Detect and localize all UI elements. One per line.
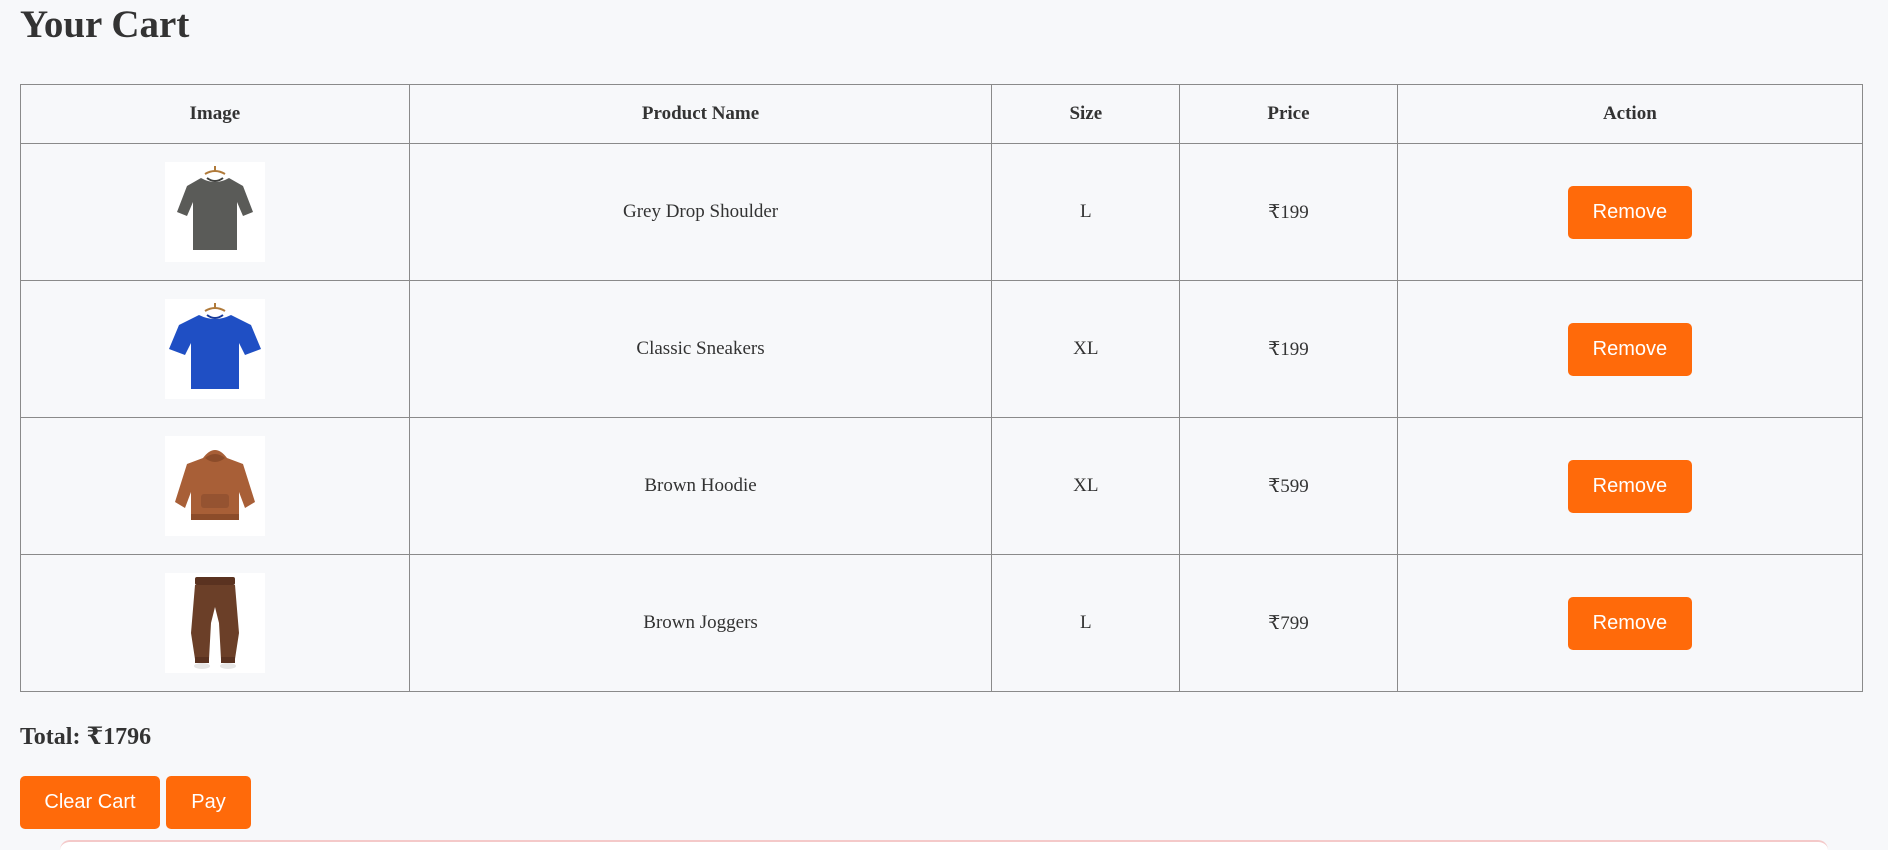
product-image-cell — [20, 280, 410, 418]
action-cell: Remove — [1396, 417, 1864, 555]
remove-button[interactable]: Remove — [1567, 322, 1692, 376]
header-price: Price — [1179, 84, 1398, 144]
product-name: Brown Joggers — [408, 554, 993, 692]
product-size: L — [991, 143, 1181, 281]
brown-hoodie-icon — [164, 436, 265, 536]
product-image-cell — [20, 143, 410, 281]
table-row: Brown Joggers L ₹799 Remove — [20, 554, 1864, 692]
table-row: Classic Sneakers XL ₹199 Remove — [20, 280, 1864, 418]
table-header-row: Image Product Name Size Price Action — [20, 84, 1864, 144]
header-image: Image — [20, 84, 410, 144]
header-action: Action — [1396, 84, 1864, 144]
product-image-cell — [20, 417, 410, 555]
action-cell: Remove — [1396, 554, 1864, 692]
cart-total: Total: ₹1796 — [20, 724, 152, 750]
product-price: ₹199 — [1179, 280, 1398, 418]
page-title: Your Cart — [20, 3, 190, 46]
action-cell: Remove — [1396, 143, 1864, 281]
product-name: Brown Hoodie — [408, 417, 993, 555]
product-price: ₹799 — [1179, 554, 1398, 692]
table-row: Grey Drop Shoulder L ₹199 Remove — [20, 143, 1864, 281]
brown-joggers-icon — [164, 573, 265, 673]
pay-button[interactable]: Pay — [166, 776, 251, 829]
cart-page: Your Cart Image Product Name Size Price … — [0, 0, 1888, 829]
header-product-name: Product Name — [408, 84, 993, 144]
remove-button[interactable]: Remove — [1567, 596, 1692, 650]
table-row: Brown Hoodie XL ₹599 Remove — [20, 417, 1864, 555]
action-cell: Remove — [1396, 280, 1864, 418]
product-size: XL — [991, 417, 1181, 555]
grey-tshirt-icon — [164, 162, 265, 262]
product-name: Classic Sneakers — [408, 280, 993, 418]
header-size: Size — [991, 84, 1181, 144]
cart-table: Image Product Name Size Price Action Gre… — [20, 84, 1864, 692]
bottom-panel-edge — [60, 840, 1828, 850]
product-size: XL — [991, 280, 1181, 418]
product-image-cell — [20, 554, 410, 692]
blue-tshirt-icon — [164, 299, 265, 399]
cart-actions: Clear Cart Pay — [20, 776, 1868, 829]
product-name: Grey Drop Shoulder — [408, 143, 993, 281]
remove-button[interactable]: Remove — [1567, 459, 1692, 513]
remove-button[interactable]: Remove — [1567, 185, 1692, 239]
product-price: ₹599 — [1179, 417, 1398, 555]
product-price: ₹199 — [1179, 143, 1398, 281]
clear-cart-button[interactable]: Clear Cart — [20, 776, 160, 829]
product-size: L — [991, 554, 1181, 692]
